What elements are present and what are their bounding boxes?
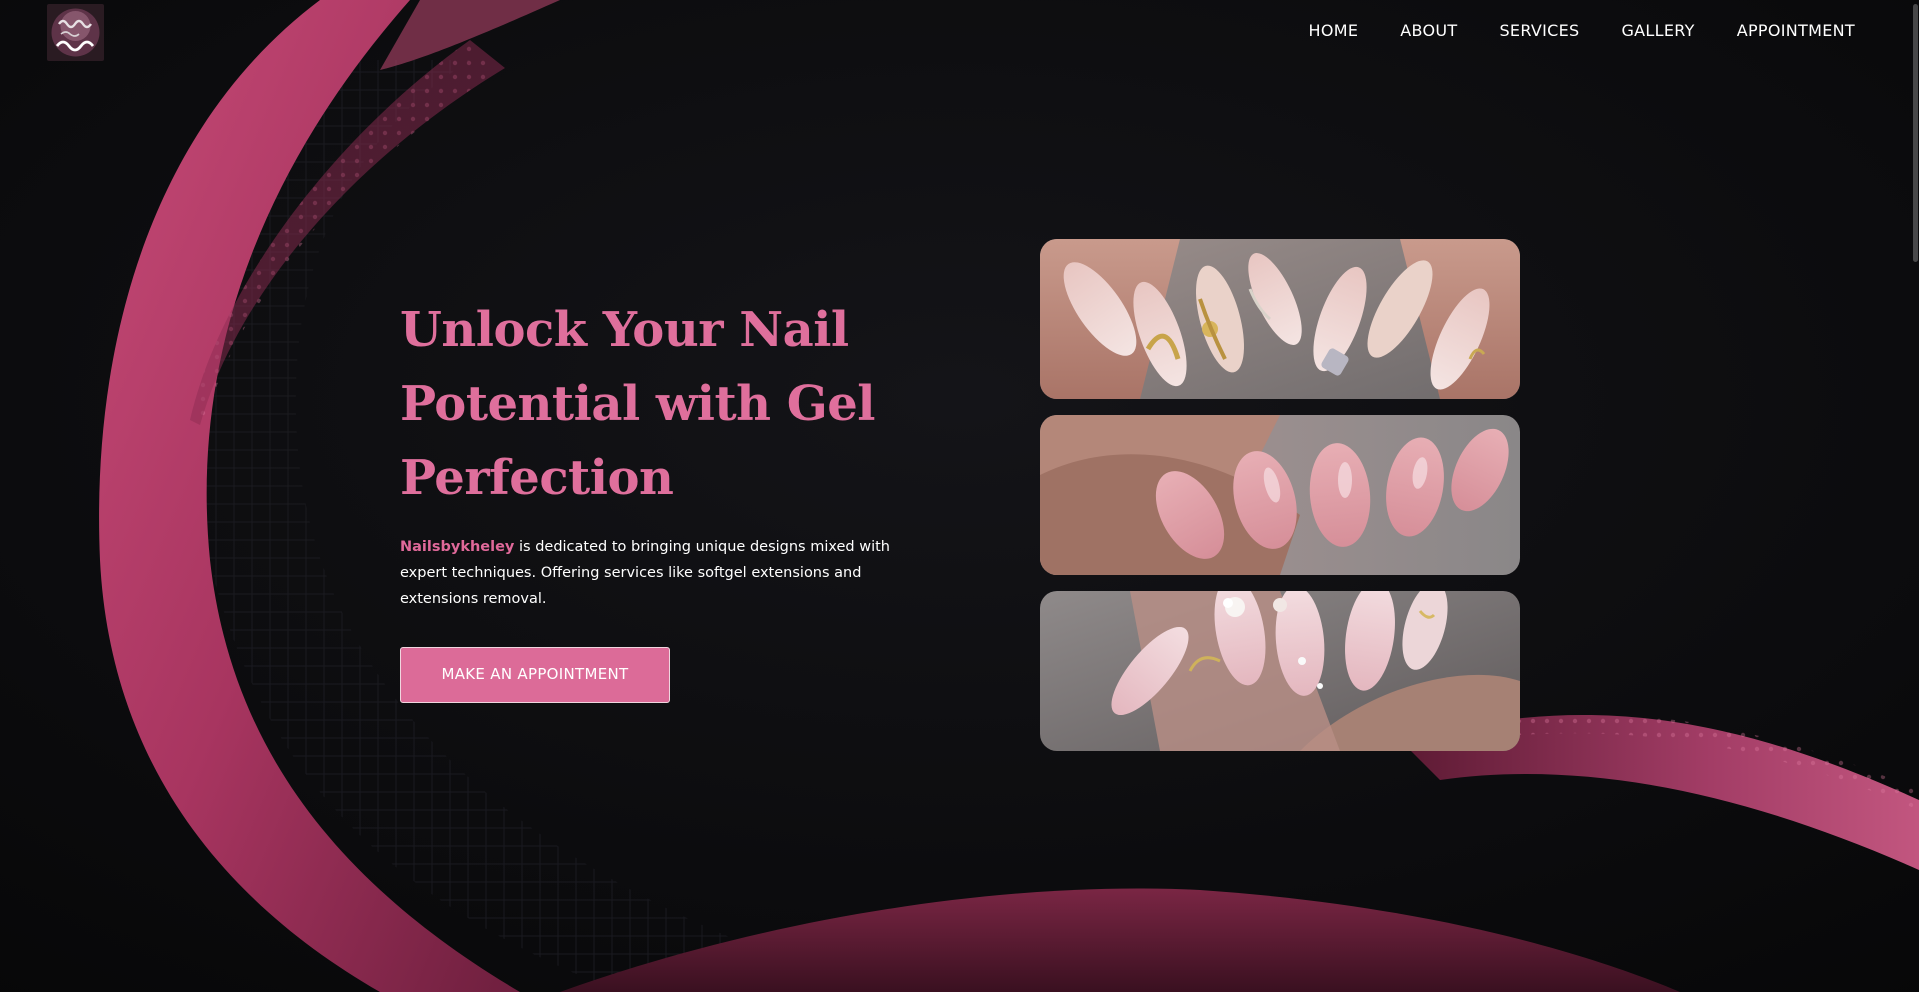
nav-appointment-link[interactable]: APPOINTMENT <box>1737 20 1855 42</box>
nav-gallery-link[interactable]: GALLERY <box>1621 20 1694 42</box>
brand-name: Nailsbykheley <box>400 539 515 555</box>
pink-almond-nails-photo <box>1040 415 1520 575</box>
logo-mark-icon <box>47 4 104 61</box>
hero-section: Unlock Your Nail Potential with Gel Perf… <box>400 293 920 703</box>
background-wave-art <box>0 0 1919 992</box>
nail-gallery-photos <box>1040 239 1520 767</box>
nav-about-link[interactable]: ABOUT <box>1400 20 1457 42</box>
3d-flower-nail-art-photo <box>1040 591 1520 751</box>
nav-home-link[interactable]: HOME <box>1309 20 1359 42</box>
hero-title: Unlock Your Nail Potential with Gel Perf… <box>400 293 920 515</box>
nail-art-gold-chrome-photo <box>1040 239 1520 399</box>
hero-description: Nailsbykheley is dedicated to bringing u… <box>400 534 890 612</box>
hero-title-line-2: Potential with Gel <box>400 376 875 432</box>
nails-by-kheley-logo[interactable] <box>47 4 104 61</box>
make-appointment-button[interactable]: MAKE AN APPOINTMENT <box>400 647 670 703</box>
hero-title-line-3: Perfection <box>400 450 674 506</box>
main-navigation: HOME ABOUT SERVICES GALLERY APPOINTMENT <box>1309 20 1856 42</box>
page-scrollbar[interactable] <box>1911 0 1919 992</box>
nav-services-link[interactable]: SERVICES <box>1499 20 1579 42</box>
scrollbar-thumb[interactable] <box>1913 4 1918 262</box>
hero-title-line-1: Unlock Your Nail <box>400 302 849 358</box>
